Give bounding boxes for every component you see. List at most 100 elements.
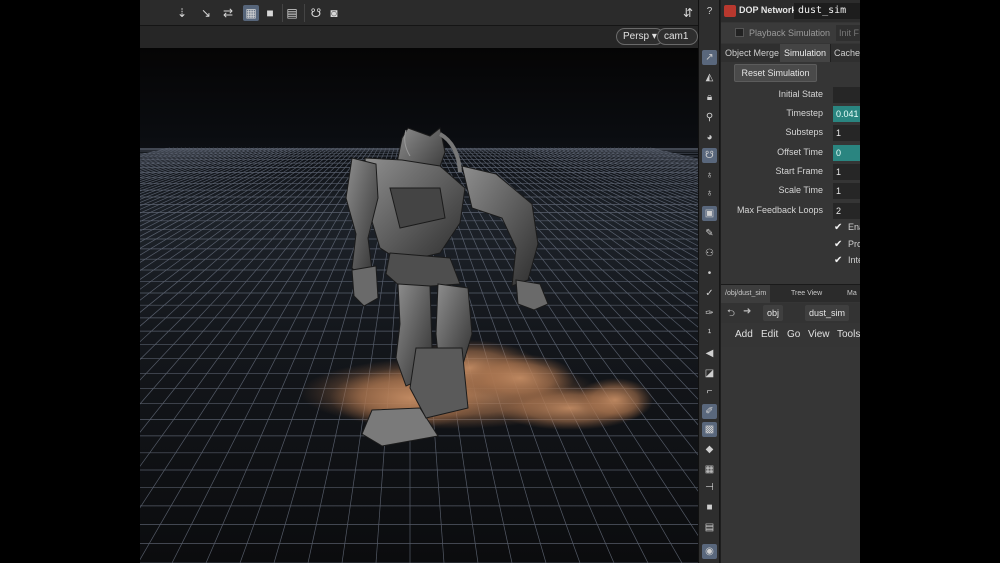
breadcrumb-dust-sim[interactable]: dust_sim <box>805 305 850 321</box>
pin-icon[interactable]: ♁ <box>702 168 717 183</box>
check-icon[interactable]: ✔ <box>834 239 845 250</box>
tab-object-merge[interactable]: Object Merge <box>721 44 785 62</box>
node-name-field[interactable]: dust_sim <box>794 3 860 19</box>
light-icon[interactable]: ☋ <box>702 148 717 163</box>
playback-row: Playback Simulation Init F <box>721 23 860 43</box>
check-icon[interactable]: ✓ <box>702 286 717 301</box>
grid-icon[interactable]: ▦ <box>243 5 259 21</box>
snap-icon[interactable]: ⇣ <box>174 5 190 21</box>
handle-icon[interactable]: ⇵ <box>680 5 696 21</box>
sphere-icon[interactable]: ◕ <box>702 130 717 145</box>
help-icon[interactable]: ? <box>702 4 717 19</box>
3d-viewport[interactable] <box>140 48 698 563</box>
axis-icon[interactable]: ⊣ <box>702 480 717 495</box>
param-field[interactable]: 1 <box>833 183 860 199</box>
bone-icon[interactable]: ⚲ <box>702 110 717 125</box>
checkbox-row[interactable]: ✔ Inte <box>834 254 860 268</box>
render-icon[interactable]: ☋ <box>308 5 324 21</box>
group-icon[interactable]: ⚇ <box>702 246 717 261</box>
menu-add[interactable]: Add <box>735 329 753 340</box>
network-tabs: /obj/dust_sim Tree View Ma <box>721 284 860 303</box>
pointer-icon[interactable]: ↗ <box>702 50 717 65</box>
param-substeps: Substeps 1 <box>721 125 860 141</box>
frame-icon[interactable]: ▤ <box>284 5 300 21</box>
parameter-panel: DOP Network dust_sim Playback Simulation… <box>721 0 860 563</box>
snap-grid-icon[interactable]: ▣ <box>702 206 717 221</box>
checkbox-label: Ena <box>848 222 860 232</box>
pen-icon[interactable]: ✑ <box>702 306 717 321</box>
tab-cache[interactable]: Cache <box>830 44 860 62</box>
param-field[interactable]: 0 <box>833 145 860 161</box>
number-icon[interactable]: ¹ <box>702 326 717 341</box>
init-field[interactable]: Init F <box>836 25 860 41</box>
checkbox-label: Inte <box>848 255 860 265</box>
playback-label: Playback Simulation <box>749 28 831 38</box>
lock-icon[interactable]: 🔒︎ <box>702 90 717 105</box>
param-field[interactable]: 1 <box>833 164 860 180</box>
corner-icon[interactable]: ⌐ <box>702 384 717 399</box>
breadcrumb-obj[interactable]: obj <box>763 305 784 321</box>
checkbox-label: Pro <box>848 239 860 249</box>
param-initial-state: Initial State <box>721 87 860 103</box>
box-icon[interactable]: ■ <box>702 500 717 515</box>
brush-icon[interactable]: ✎ <box>702 226 717 241</box>
back-arrow-icon[interactable]: ⮌ <box>727 306 735 323</box>
square-icon[interactable]: ■ <box>262 5 278 21</box>
speaker-icon[interactable]: ◀ <box>702 346 717 361</box>
param-field[interactable]: 0.041 <box>833 106 860 122</box>
camera-menu[interactable]: cam1 ▾ <box>657 28 698 57</box>
param-field[interactable]: 1 <box>833 125 860 141</box>
tab-simulation[interactable]: Simulation <box>780 44 832 62</box>
param-label: Substeps <box>785 127 823 137</box>
param-max-feedback-loops: Max Feedback Loops 2 <box>721 203 860 219</box>
network-editor[interactable] <box>721 347 860 563</box>
menu-go[interactable]: Go <box>787 329 800 340</box>
forward-arrow-icon[interactable]: ➜ <box>743 306 751 317</box>
checkbox-row[interactable]: ✔ Pro <box>834 238 860 252</box>
param-start-frame: Start Frame 1 <box>721 164 860 180</box>
info-icon[interactable]: ◉ <box>702 544 717 559</box>
network-path-bar: ⮌ ➜ obj dust_sim <box>721 303 860 323</box>
param-label: Offset Time <box>777 147 823 157</box>
menu-edit[interactable]: Edit <box>761 329 778 340</box>
draw-icon[interactable]: ✐ <box>702 404 717 419</box>
cube-icon[interactable]: ◪ <box>702 366 717 381</box>
diamond-icon[interactable]: ◆ <box>702 442 717 457</box>
param-timestep: Timestep 0.041 <box>721 106 860 122</box>
reset-simulation-button[interactable]: Reset Simulation <box>734 64 817 82</box>
param-label: Timestep <box>786 108 823 118</box>
frame-icon[interactable]: ▩ <box>702 422 717 437</box>
node-type-label: DOP Network <box>739 5 797 15</box>
viewport-toolbar: ⇣ ↘ ⇄ ▦ ■ ▤ ☋ ◙ ⇵ <box>140 0 698 26</box>
playback-checkbox[interactable] <box>735 28 744 37</box>
select-icon[interactable]: ↘ <box>198 5 214 21</box>
param-field[interactable]: 2 <box>833 203 860 219</box>
tab-tree-view[interactable]: Tree View <box>787 285 826 303</box>
node-header: DOP Network dust_sim <box>721 0 860 22</box>
param-label: Scale Time <box>778 185 823 195</box>
pin2-icon[interactable]: ♁ <box>702 186 717 201</box>
tab-network-path[interactable]: /obj/dust_sim <box>721 285 771 303</box>
param-label: Initial State <box>778 89 823 99</box>
divider <box>282 4 283 22</box>
param-field[interactable] <box>833 87 860 103</box>
param-label: Start Frame <box>775 166 823 176</box>
param-offset-time: Offset Time 0 <box>721 145 860 161</box>
view-icon[interactable]: ◭ <box>702 70 717 85</box>
menu-tools[interactable]: Tools <box>837 329 860 340</box>
network-menu-bar: Add Edit Go View Tools <box>721 324 860 346</box>
check-icon[interactable]: ✔ <box>834 222 845 233</box>
checkbox-row[interactable]: ✔ Ena <box>834 221 860 235</box>
camera-icon[interactable]: ◙ <box>326 5 342 21</box>
dot-icon[interactable]: • <box>702 266 717 281</box>
print-icon[interactable]: ▤ <box>702 520 717 535</box>
grid2-icon[interactable]: ▦ <box>702 462 717 477</box>
param-scale-time: Scale Time 1 <box>721 183 860 199</box>
check-icon[interactable]: ✔ <box>834 255 845 266</box>
tool-icon-column: ? ↗ ◭ 🔒︎ ⚲ ◕ ☋ ♁ ♁ ▣ ✎ ⚇ • ✓ ✑ ¹ ◀ ◪ ⌐ ✐… <box>698 0 720 563</box>
param-tabs: Object Merge Simulation Cache <box>721 44 860 62</box>
tab-material[interactable]: Ma <box>843 285 860 303</box>
dop-node-icon <box>724 5 736 17</box>
menu-view[interactable]: View <box>808 329 830 340</box>
transform-icon[interactable]: ⇄ <box>220 5 236 21</box>
